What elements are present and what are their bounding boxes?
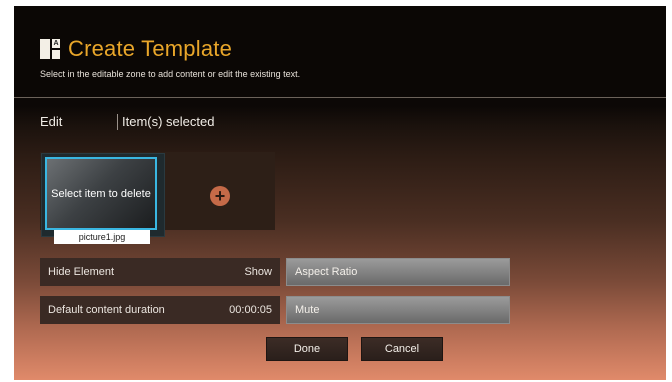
delete-hint-label: Select item to delete <box>51 187 151 200</box>
toolbar-separator <box>117 114 118 130</box>
create-template-screen: A Create Template Select in the editable… <box>14 6 666 380</box>
hide-element-label: Hide Element <box>48 266 115 278</box>
hide-element-value: Show <box>244 266 272 278</box>
page-title: Create Template <box>68 36 233 61</box>
content-item-thumbnail[interactable]: Select item to delete <box>45 157 157 230</box>
title-row: A Create Template <box>40 36 232 62</box>
default-duration-value: 00:00:05 <box>229 304 272 316</box>
template-layout-icon: A <box>40 39 60 59</box>
items-selected-label: Item(s) selected <box>122 114 215 129</box>
cancel-button[interactable]: Cancel <box>361 337 443 361</box>
hide-element-setting[interactable]: Hide Element Show <box>40 258 280 286</box>
header-divider <box>14 97 666 98</box>
mute-button[interactable]: Mute <box>286 296 510 324</box>
aspect-ratio-button[interactable]: Aspect Ratio <box>286 258 510 286</box>
edit-label: Edit <box>40 114 63 129</box>
default-duration-label: Default content duration <box>48 304 165 316</box>
content-item-filename: picture1.jpg <box>54 230 150 244</box>
plus-circle-icon[interactable]: + <box>210 186 230 206</box>
default-duration-setting[interactable]: Default content duration 00:00:05 <box>40 296 280 324</box>
done-button[interactable]: Done <box>266 337 348 361</box>
page-subtitle: Select in the editable zone to add conte… <box>40 69 301 79</box>
